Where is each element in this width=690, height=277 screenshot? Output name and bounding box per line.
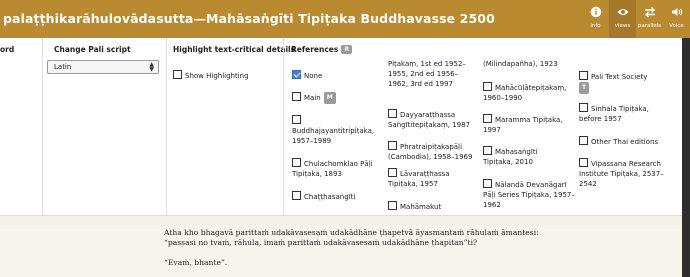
- sutta-text-area: Atha kho bhagavā parittaṁ udakāvasesaṁ u…: [0, 225, 690, 277]
- parallels-button[interactable]: parallels: [636, 0, 663, 38]
- reference-vipassana-option[interactable]: Vipassana Research Institute Tipiṭaka, 2…: [579, 158, 669, 189]
- column-divider: [166, 38, 167, 215]
- reference-nalanda-checkbox[interactable]: [483, 179, 492, 188]
- reference-nalanda-option[interactable]: Nālandā Devanāgarī Pāḷi Series Tipiṭaka,…: [483, 179, 575, 210]
- speaker-icon: [671, 8, 682, 16]
- reference-mahacula-checkbox[interactable]: [483, 82, 492, 91]
- reference-other-thai-label: Other Thai editions: [591, 138, 659, 146]
- reference-sinhala-checkbox[interactable]: [579, 103, 588, 112]
- column-divider: [283, 38, 284, 215]
- reference-vipassana-label: Vipassana Research Institute Tipiṭaka, 2…: [579, 160, 664, 188]
- highlight-heading: Highlight text-critical details: [173, 45, 296, 54]
- references-label: References: [291, 45, 339, 54]
- reference-other-thai-checkbox[interactable]: [579, 136, 588, 145]
- info-button[interactable]: info: [582, 0, 609, 38]
- toolbar: info views parallels Voice: [582, 0, 690, 38]
- reference-maramma-option[interactable]: Maramma Tipiṭaka, 1997: [483, 114, 567, 135]
- parallels-label: parallels: [637, 23, 662, 29]
- reference-phratraipitaka-option[interactable]: Phratraipiṭakapāḷi (Cambodia), 1958–1969: [388, 141, 478, 162]
- reference-none-checkbox[interactable]: [292, 70, 301, 79]
- reference-mahacula-label: Mahācūḷātepiṭakaṃ, 1960–1990: [483, 84, 567, 102]
- text-line: “passasi no tvaṁ, rāhula, imaṁ parittaṁ …: [164, 238, 478, 247]
- reference-mahamakut-checkbox[interactable]: [388, 201, 397, 210]
- panel-bottom-divider: [0, 215, 690, 225]
- info-label: info: [590, 23, 601, 29]
- pali-script-select[interactable]: Latin ▲ ▼: [47, 60, 159, 74]
- reference-pitakam-text: Piṭakaṃ, 1st ed 1952–1955, 2nd ed 1956–1…: [388, 60, 466, 88]
- pts-shortcut-badge: T: [579, 82, 590, 94]
- eye-icon: [617, 9, 628, 15]
- reference-chulachomklao-label: Chulachomklao Pāḷi Tipiṭaka, 1893: [292, 160, 373, 178]
- reference-buddhajayanti-label: Buddhajayantitripiṭaka, 1957–1989: [292, 127, 375, 145]
- views-panel: ord Change Pali script Latin ▲ ▼ Highligh…: [0, 38, 690, 215]
- reference-dayyarattha-label: Dayyaraṭṭhassa Saṅgītitepiṭakaṃ, 1987: [388, 111, 471, 129]
- reference-buddhajayanti-option[interactable]: Buddhajayantitripiṭaka, 1957–1989: [292, 115, 376, 146]
- reference-main-checkbox[interactable]: [292, 92, 301, 101]
- reference-nalanda-label: Nālandā Devanāgarī Pāḷi Series Tipiṭaka,…: [483, 181, 575, 209]
- reference-sinhala-label: Sinhala Tipiṭaka, before 1957: [579, 105, 649, 123]
- reference-sinhala-option[interactable]: Sinhala Tipiṭaka, before 1957: [579, 103, 661, 124]
- select-arrows-icon: ▲ ▼: [149, 61, 154, 73]
- voice-button[interactable]: Voice: [663, 0, 690, 38]
- reference-dayyarattha-option[interactable]: Dayyaraṭṭhassa Saṅgītitepiṭakaṃ, 1987: [388, 109, 478, 130]
- reference-mahasangiti-checkbox[interactable]: [483, 146, 492, 155]
- reference-buddhajayanti-checkbox[interactable]: [292, 115, 301, 124]
- reference-chatthasangiti-checkbox[interactable]: [292, 191, 301, 200]
- reference-main-option[interactable]: Main M: [292, 92, 336, 104]
- column-head-partial: ord: [0, 45, 15, 54]
- reference-chatthasangiti-label: Chaṭṭhasaṅgīti: [304, 193, 356, 201]
- reference-pts-label: Pali Text Society: [591, 73, 648, 81]
- reference-mahamakut-label: Mahāmakut: [400, 203, 442, 211]
- arrows-swap-icon: [644, 7, 655, 18]
- reference-lavarattha-option[interactable]: Lāvaraṭṭhassa Tipiṭaka, 1957: [388, 168, 472, 189]
- reference-none-label: None: [304, 72, 323, 80]
- views-button[interactable]: views: [609, 0, 636, 38]
- main-shortcut-badge: M: [323, 92, 336, 104]
- reference-main-label: Main: [304, 94, 321, 102]
- column-divider: [42, 38, 43, 215]
- references-shortcut-badge: R: [341, 45, 352, 54]
- pali-script-value: Latin: [54, 63, 72, 71]
- reference-other-thai-option[interactable]: Other Thai editions: [579, 136, 658, 147]
- reference-lavarattha-checkbox[interactable]: [388, 168, 397, 177]
- text-line: Atha kho bhagavā parittaṁ udakāvasesaṁ u…: [164, 228, 539, 237]
- reference-vipassana-checkbox[interactable]: [579, 158, 588, 167]
- pali-script-heading: Change Pali script: [54, 45, 131, 54]
- reference-chulachomklao-checkbox[interactable]: [292, 158, 301, 167]
- reference-mahacula-option[interactable]: Mahācūḷātepiṭakaṃ, 1960–1990: [483, 82, 575, 103]
- info-icon: [590, 6, 601, 18]
- reference-chulachomklao-option[interactable]: Chulachomklao Pāḷi Tipiṭaka, 1893: [292, 158, 378, 179]
- reference-chatthasangiti-option[interactable]: Chaṭṭhasaṅgīti: [292, 191, 355, 202]
- reference-dayyarattha-checkbox[interactable]: [388, 109, 397, 118]
- reference-none-option[interactable]: None: [292, 70, 322, 81]
- reference-mahamakut-option[interactable]: Mahāmakut: [388, 201, 441, 212]
- show-highlighting-label: Show Highlighting: [185, 72, 249, 80]
- text-line: “Evaṁ, bhante”.: [164, 258, 228, 267]
- reference-phratraipitaka-label: Phratraipiṭakapāḷi (Cambodia), 1958–1969: [388, 143, 473, 161]
- reference-mahasangiti-option[interactable]: Mahasaṅgīti Tipiṭaka, 2010: [483, 146, 567, 167]
- show-highlighting-option[interactable]: Show Highlighting: [173, 70, 249, 81]
- reference-maramma-checkbox[interactable]: [483, 114, 492, 123]
- reference-pts-checkbox[interactable]: [579, 71, 588, 80]
- show-highlighting-checkbox[interactable]: [173, 70, 182, 79]
- top-bar: palaṭṭhikarāhulovādasutta—Mahāsaṅgīti Ti…: [0, 0, 690, 38]
- references-heading: References R: [291, 45, 352, 54]
- views-label: views: [614, 23, 631, 29]
- reference-milindapanha-text: (Milindapañha), 1923: [483, 60, 558, 68]
- voice-label: Voice: [669, 23, 684, 29]
- reference-maramma-label: Maramma Tipiṭaka, 1997: [483, 116, 563, 134]
- reference-lavarattha-label: Lāvaraṭṭhassa Tipiṭaka, 1957: [388, 170, 450, 188]
- reference-phratraipitaka-checkbox[interactable]: [388, 141, 397, 150]
- page-title: palaṭṭhikarāhulovādasutta—Mahāsaṅgīti Ti…: [3, 11, 495, 26]
- scrollbar[interactable]: [682, 38, 690, 277]
- reference-pts-option[interactable]: Pali Text Society T: [579, 71, 647, 94]
